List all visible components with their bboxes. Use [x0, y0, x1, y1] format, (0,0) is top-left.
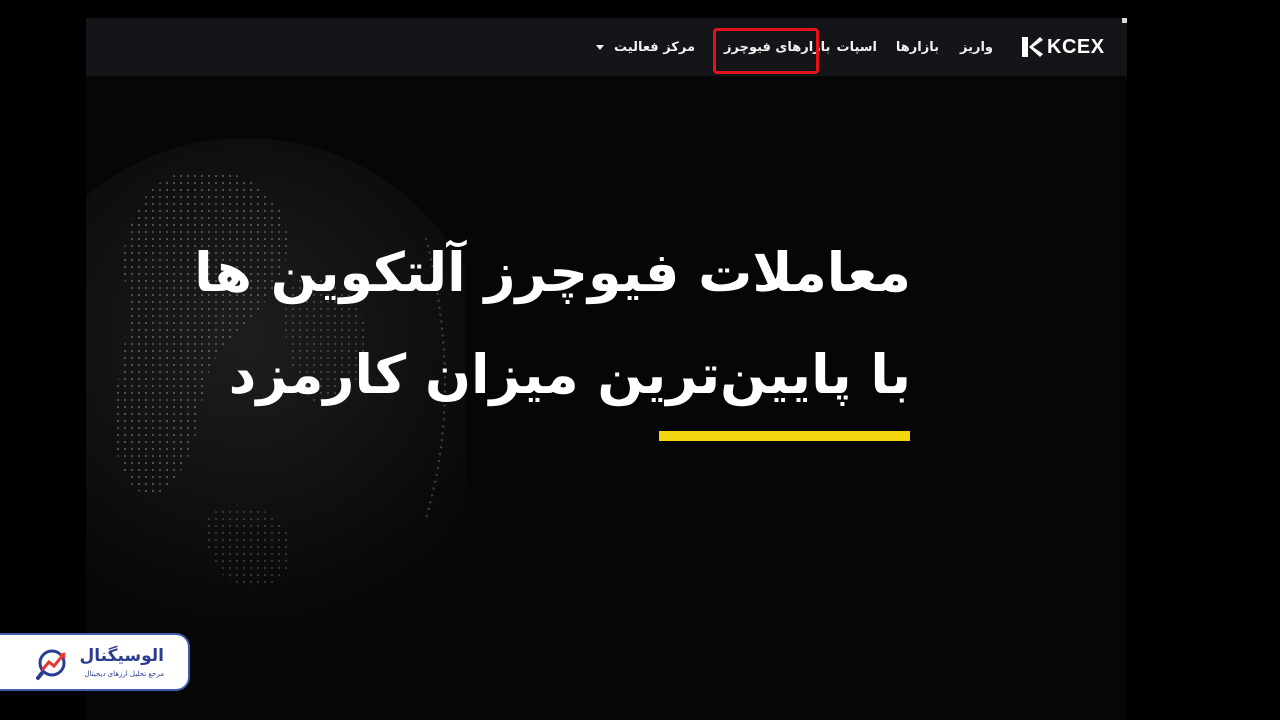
hero-underline [659, 431, 910, 441]
nav-markets[interactable]: بازارها [896, 38, 939, 58]
nav-deposit[interactable]: واریز [960, 38, 993, 58]
nav-spot[interactable]: اسپات [837, 38, 878, 58]
nav-activity-center[interactable]: مرکز فعالیت [596, 38, 695, 58]
futures-highlight-box [713, 28, 819, 74]
brand-name: الوسیگنال [79, 646, 165, 666]
nav-activity-label: مرکز فعالیت [614, 40, 695, 55]
hero-headline-line1: معاملات فیوچرز آلتکوین ها [194, 241, 911, 304]
top-navbar: KCEX واریز بازارها اسپات بازارهای فیوچرز… [86, 18, 1127, 76]
hero-headline-line2: با پایین‌ترین میزان کارمزد [228, 343, 911, 406]
kcex-logo-icon [1022, 37, 1043, 57]
caret-down-icon [596, 45, 605, 50]
kcex-logo[interactable]: KCEX [1020, 35, 1105, 59]
chart-magnifier-icon [36, 649, 66, 680]
brand-tagline: مرجع تحلیل ارزهای دیجیتال [84, 670, 164, 678]
logo-text: KCEX [1047, 35, 1105, 58]
screenshot-frame: KCEX واریز بازارها اسپات بازارهای فیوچرز… [86, 18, 1127, 720]
brand-watermark-badge: الوسیگنال مرجع تحلیل ارزهای دیجیتال [0, 633, 190, 691]
navbar-corner-mark [1122, 18, 1127, 23]
